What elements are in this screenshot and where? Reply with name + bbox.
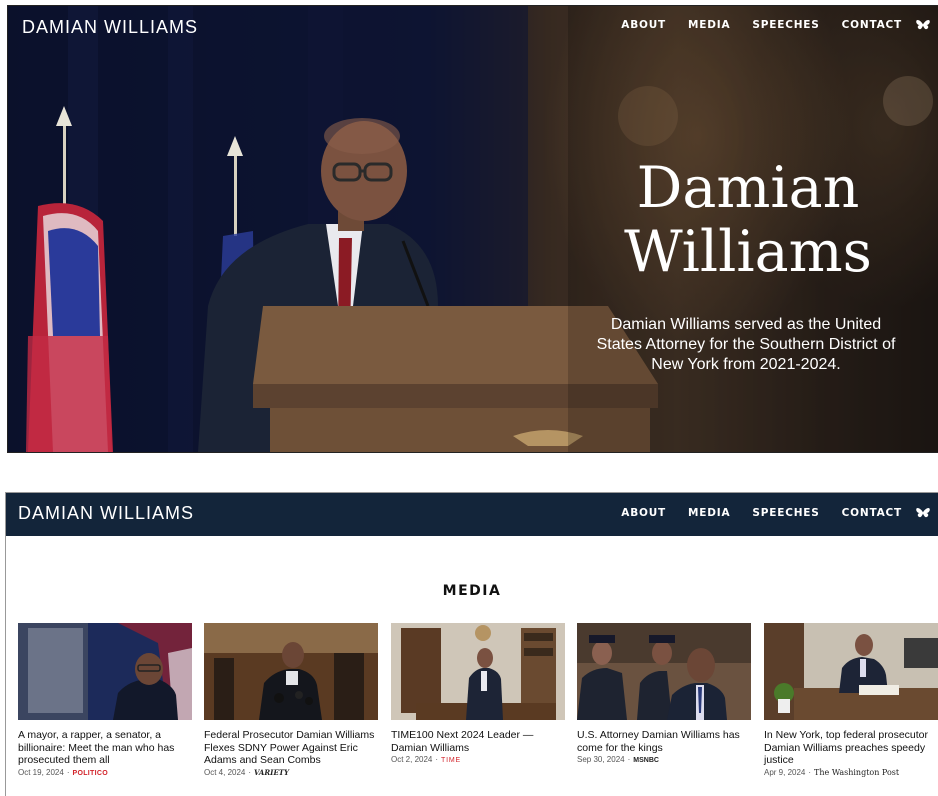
hero-title-line1: Damian: [636, 155, 860, 221]
nav-speeches[interactable]: SPEECHES: [752, 19, 819, 31]
meta-separator: ·: [66, 767, 70, 777]
media-card-meta: Oct 2, 2024 · TIME: [391, 755, 565, 764]
media-card-source: POLITICO: [72, 769, 108, 777]
media-card-date: Oct 4, 2024: [204, 767, 246, 777]
media-card-thumbnail[interactable]: [18, 623, 192, 720]
media-card-title[interactable]: In New York, top federal prosecutor Dami…: [764, 729, 938, 767]
nav-media[interactable]: MEDIA: [688, 19, 730, 31]
media-card-meta: Sep 30, 2024 · MSNBC: [577, 755, 751, 764]
media-card[interactable]: In New York, top federal prosecutor Dami…: [764, 623, 938, 777]
nav-about[interactable]: ABOUT: [621, 507, 666, 519]
media-card-thumbnail[interactable]: [577, 623, 751, 720]
media-card-date: Sep 30, 2024: [577, 755, 625, 764]
nav-media[interactable]: MEDIA: [688, 507, 730, 519]
site-brand[interactable]: DAMIAN WILLIAMS: [22, 17, 198, 38]
media-card-date: Oct 2, 2024: [391, 755, 433, 764]
media-card-title[interactable]: TIME100 Next 2024 Leader — Damian Willia…: [391, 729, 565, 754]
media-card-date: Oct 19, 2024: [18, 767, 64, 777]
media-navbar: DAMIAN WILLIAMS ABOUT MEDIA SPEECHES CON…: [6, 493, 938, 536]
media-card[interactable]: Federal Prosecutor Damian Williams Flexe…: [204, 623, 378, 777]
media-card-source: The Washington Post: [814, 767, 900, 777]
media-card-source: MSNBC: [633, 757, 659, 764]
media-card[interactable]: TIME100 Next 2024 Leader — Damian Willia…: [391, 623, 565, 764]
media-card-title[interactable]: Federal Prosecutor Damian Williams Flexe…: [204, 729, 378, 767]
media-card-meta: Oct 4, 2024 · VARIETY: [204, 768, 378, 777]
media-heading: MEDIA: [442, 583, 502, 599]
hero-banner: DAMIAN WILLIAMS ABOUT MEDIA SPEECHES CON…: [7, 5, 938, 453]
media-card-thumbnail[interactable]: [204, 623, 378, 720]
media-card-meta: Oct 19, 2024 · POLITICO: [18, 768, 192, 777]
media-card-title[interactable]: A mayor, a rapper, a senator, a billiona…: [18, 729, 192, 767]
hero-title: Damian Williams: [598, 156, 898, 284]
butterfly-icon[interactable]: [916, 19, 930, 31]
main-nav: ABOUT MEDIA SPEECHES CONTACT: [599, 507, 930, 519]
meta-separator: ·: [435, 755, 439, 764]
meta-separator: ·: [627, 755, 631, 764]
media-card-thumbnail[interactable]: [764, 623, 938, 720]
media-card[interactable]: A mayor, a rapper, a senator, a billiona…: [18, 623, 192, 777]
hero-title-line2: Williams: [624, 219, 872, 285]
media-card-date: Apr 9, 2024: [764, 767, 806, 777]
media-card[interactable]: U.S. Attorney Damian Williams has come f…: [577, 623, 751, 764]
meta-separator: ·: [808, 767, 812, 777]
nav-contact[interactable]: CONTACT: [842, 19, 902, 31]
meta-separator: ·: [248, 767, 252, 777]
media-page: DAMIAN WILLIAMS ABOUT MEDIA SPEECHES CON…: [5, 492, 938, 796]
nav-contact[interactable]: CONTACT: [842, 507, 902, 519]
media-card-meta: Apr 9, 2024 · The Washington Post: [764, 768, 938, 777]
nav-speeches[interactable]: SPEECHES: [752, 507, 819, 519]
media-card-thumbnail[interactable]: [391, 623, 565, 720]
media-card-source: VARIETY: [254, 767, 289, 777]
media-card-title[interactable]: U.S. Attorney Damian Williams has come f…: [577, 729, 751, 754]
main-nav: ABOUT MEDIA SPEECHES CONTACT: [599, 19, 930, 31]
butterfly-icon[interactable]: [916, 507, 930, 519]
hero-description: Damian Williams served as the United Sta…: [596, 316, 896, 373]
media-card-source: TIME: [441, 757, 461, 764]
nav-about[interactable]: ABOUT: [621, 19, 666, 31]
hero-navbar: DAMIAN WILLIAMS ABOUT MEDIA SPEECHES CON…: [8, 6, 938, 46]
site-brand[interactable]: DAMIAN WILLIAMS: [18, 503, 194, 524]
